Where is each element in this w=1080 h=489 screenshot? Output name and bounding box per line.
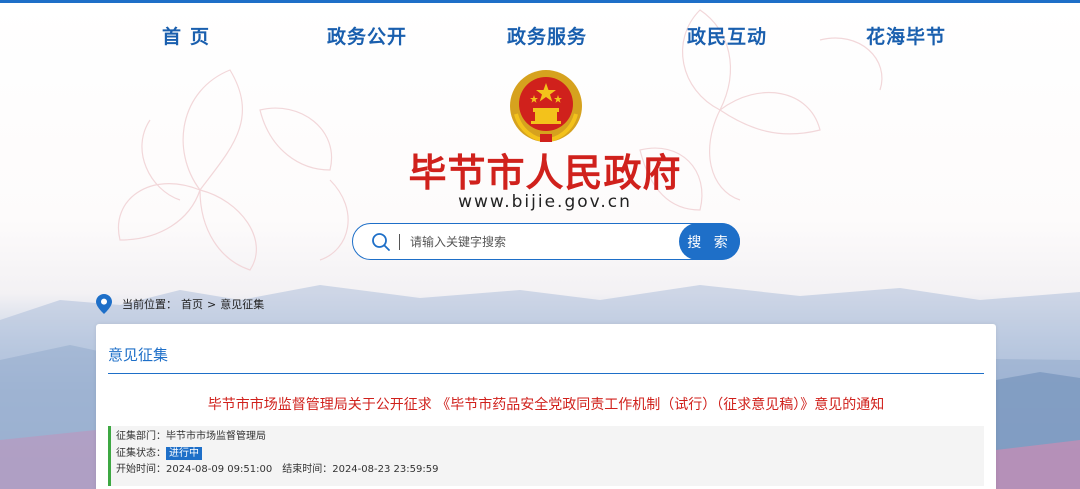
start-value: 2024-08-09 09:51:00 [166, 464, 273, 475]
breadcrumb: 当前位置： 首页 > 意见征集 [96, 294, 268, 314]
status-label: 征集状态： [116, 447, 166, 459]
breadcrumb-prefix: 当前位置： [122, 298, 177, 311]
main-nav: 首页 政务公开 政务服务 政民互动 花海毕节 [0, 22, 1080, 54]
search-button[interactable]: 搜 索 [679, 223, 740, 260]
notice-title-link[interactable]: 毕节市市场监督管理局关于公开征求 《毕节市药品安全党政同责工作机制（试行）（征求… [96, 394, 996, 414]
start-label: 开始时间： [116, 464, 166, 475]
site-url: www.bijie.gov.cn [458, 192, 632, 212]
meta-status-row: 征集状态： 进行中 [116, 446, 984, 463]
breadcrumb-current: 意见征集 [220, 298, 265, 311]
status-badge: 进行中 [166, 446, 202, 460]
nav-government-services[interactable]: 政务服务 [507, 22, 587, 49]
search-icon [372, 233, 390, 251]
nav-public-interaction[interactable]: 政民互动 [687, 22, 767, 49]
dept-label: 征集部门： [116, 431, 166, 442]
nav-home[interactable]: 首页 [162, 22, 218, 49]
search-bar: 搜 索 [352, 223, 740, 260]
site-title: 毕节市人民政府 [408, 150, 682, 195]
meta-time-row: 开始时间：2024-08-09 09:51:00 结束时间：2024-08-23 … [116, 462, 984, 479]
meta-dept-row: 征集部门：毕节市市场监督管理局 [116, 429, 984, 446]
nav-government-affairs-open[interactable]: 政务公开 [327, 22, 407, 49]
breadcrumb-separator: > [207, 297, 217, 311]
opinion-collection-panel: 意见征集 毕节市市场监督管理局关于公开征求 《毕节市药品安全党政同责工作机制（试… [96, 324, 996, 489]
location-pin-icon [96, 294, 112, 314]
panel-divider [108, 373, 984, 374]
top-accent-bar [0, 0, 1080, 3]
end-value: 2024-08-23 23:59:59 [332, 464, 439, 475]
breadcrumb-home[interactable]: 首页 [181, 296, 203, 312]
end-label: 结束时间： [282, 464, 333, 475]
search-separator [399, 234, 400, 250]
national-emblem-icon [510, 70, 582, 143]
dept-value: 毕节市市场监督管理局 [166, 431, 266, 442]
nav-flower-sea-bijie[interactable]: 花海毕节 [866, 22, 946, 49]
panel-title: 意见征集 [108, 346, 169, 364]
search-input[interactable] [410, 230, 670, 254]
notice-meta: 征集部门：毕节市市场监督管理局 征集状态： 进行中 开始时间：2024-08-09… [108, 426, 984, 486]
